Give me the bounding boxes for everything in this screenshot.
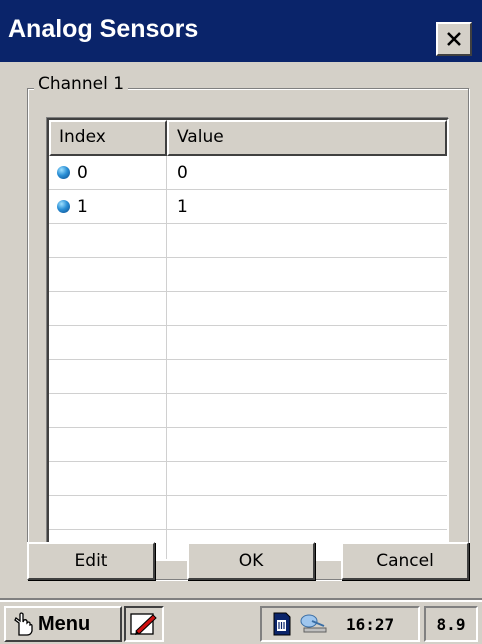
empty-row xyxy=(49,326,447,360)
ok-button[interactable]: OK xyxy=(187,542,315,580)
empty-row xyxy=(49,394,447,428)
groupbox-label: Channel 1 xyxy=(34,74,129,94)
list-header: Index Value xyxy=(49,120,447,156)
empty-row xyxy=(49,496,447,530)
sensor-list[interactable]: Index Value 0 0 1 1 xyxy=(47,118,449,561)
row-index-cell: 0 xyxy=(49,156,167,189)
blue-dot-icon xyxy=(57,166,70,179)
pen-input-icon xyxy=(130,613,157,635)
hand-pointer-icon xyxy=(14,612,33,636)
empty-row xyxy=(49,224,447,258)
column-header-value[interactable]: Value xyxy=(167,120,447,156)
empty-row xyxy=(49,258,447,292)
version-indicator[interactable]: 8.9 xyxy=(424,606,478,642)
clock[interactable]: 16:27 xyxy=(346,615,394,634)
close-icon xyxy=(447,32,461,46)
row-index-cell: 1 xyxy=(49,190,167,223)
system-tray: 16:27 xyxy=(260,606,420,642)
network-icon[interactable] xyxy=(298,612,328,636)
blue-dot-icon xyxy=(57,200,70,213)
empty-row xyxy=(49,360,447,394)
empty-row xyxy=(49,428,447,462)
empty-row xyxy=(49,462,447,496)
dialog-body: Channel 1 Index Value 0 0 1 1 xyxy=(0,62,482,600)
input-panel-button[interactable] xyxy=(124,606,164,642)
empty-row xyxy=(49,292,447,326)
table-row[interactable]: 0 0 xyxy=(49,156,447,190)
row-value: 1 xyxy=(177,197,188,217)
row-value: 0 xyxy=(177,163,188,183)
cancel-button[interactable]: Cancel xyxy=(341,542,469,580)
column-header-index[interactable]: Index xyxy=(49,120,167,156)
row-index: 1 xyxy=(77,196,88,217)
start-menu-button[interactable]: Menu xyxy=(4,606,122,642)
sim-card-icon[interactable] xyxy=(272,612,292,636)
taskbar: Menu 16:27 8.9 xyxy=(0,600,482,644)
title-bar: Analog Sensors xyxy=(0,0,482,62)
edit-button[interactable]: Edit xyxy=(27,542,155,580)
window-title: Analog Sensors xyxy=(8,14,199,43)
row-index: 0 xyxy=(77,162,88,183)
close-button[interactable] xyxy=(436,22,472,56)
table-row[interactable]: 1 1 xyxy=(49,190,447,224)
menu-label: Menu xyxy=(38,612,91,635)
